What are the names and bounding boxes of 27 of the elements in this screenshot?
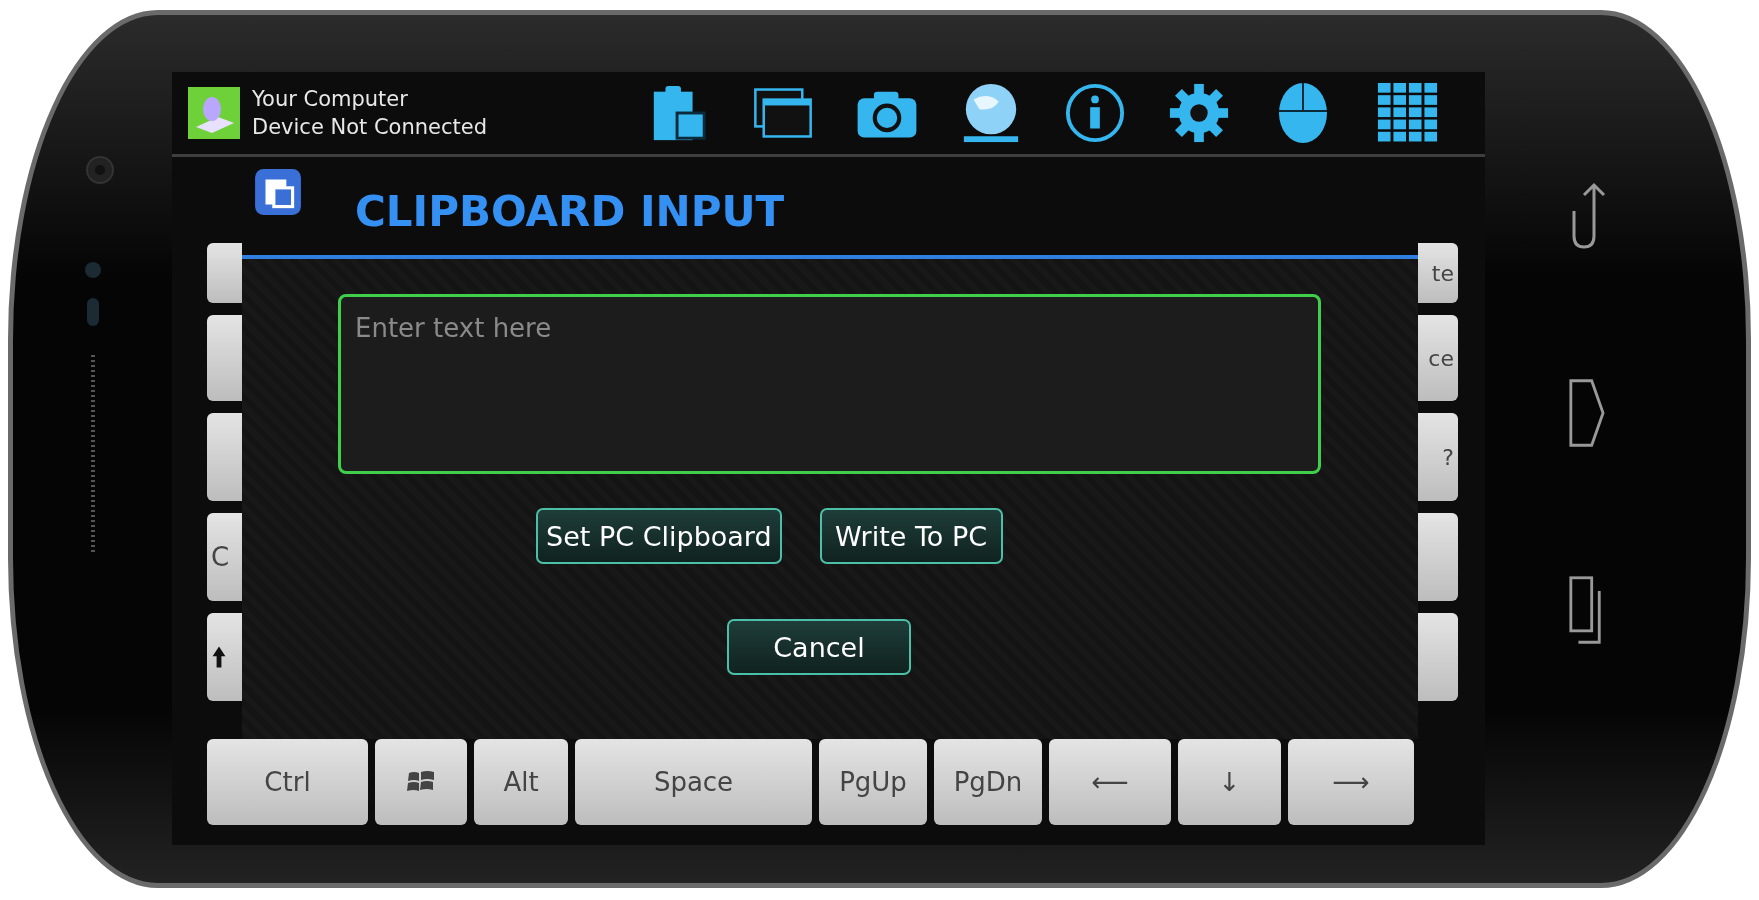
- keyboard-key[interactable]: te: [1418, 243, 1458, 303]
- up-arrow-icon: [211, 644, 227, 670]
- keyboard-key[interactable]: ↓: [1178, 739, 1281, 825]
- keyboard-key[interactable]: C: [207, 513, 242, 601]
- connection-status: Device Not Connected: [252, 114, 489, 141]
- keyboard-key[interactable]: Ctrl: [207, 739, 368, 825]
- action-button[interactable]: Set PC Clipboard: [536, 508, 782, 564]
- action-button[interactable]: Write To PC: [819, 508, 1003, 564]
- keyboard-key[interactable]: [207, 613, 242, 701]
- settings-icon[interactable]: [1168, 81, 1230, 145]
- computer-name: Your Computer: [252, 86, 409, 113]
- cancel-button[interactable]: Cancel: [727, 619, 911, 675]
- info-icon[interactable]: [1064, 81, 1126, 145]
- keyboard-key[interactable]: ⟵: [1049, 739, 1171, 825]
- text-input[interactable]: Enter text here: [338, 294, 1321, 474]
- keyboard-key[interactable]: PgUp: [819, 739, 927, 825]
- keyboard-key[interactable]: [375, 739, 467, 825]
- keyboard-key[interactable]: ?: [1418, 413, 1458, 501]
- app-icon: [188, 87, 240, 139]
- keyboard-key[interactable]: ce: [1418, 315, 1458, 401]
- keyboard-key[interactable]: ⟶: [1288, 739, 1414, 825]
- clipboard-icon: [253, 167, 303, 217]
- camera-lens-icon: [85, 155, 115, 185]
- dialog-title: CLIPBOARD INPUT: [355, 186, 785, 236]
- keyboard-key[interactable]: PgDn: [934, 739, 1042, 825]
- keyboard-key[interactable]: Space: [575, 739, 812, 825]
- keyboard-key[interactable]: Alt: [474, 739, 568, 825]
